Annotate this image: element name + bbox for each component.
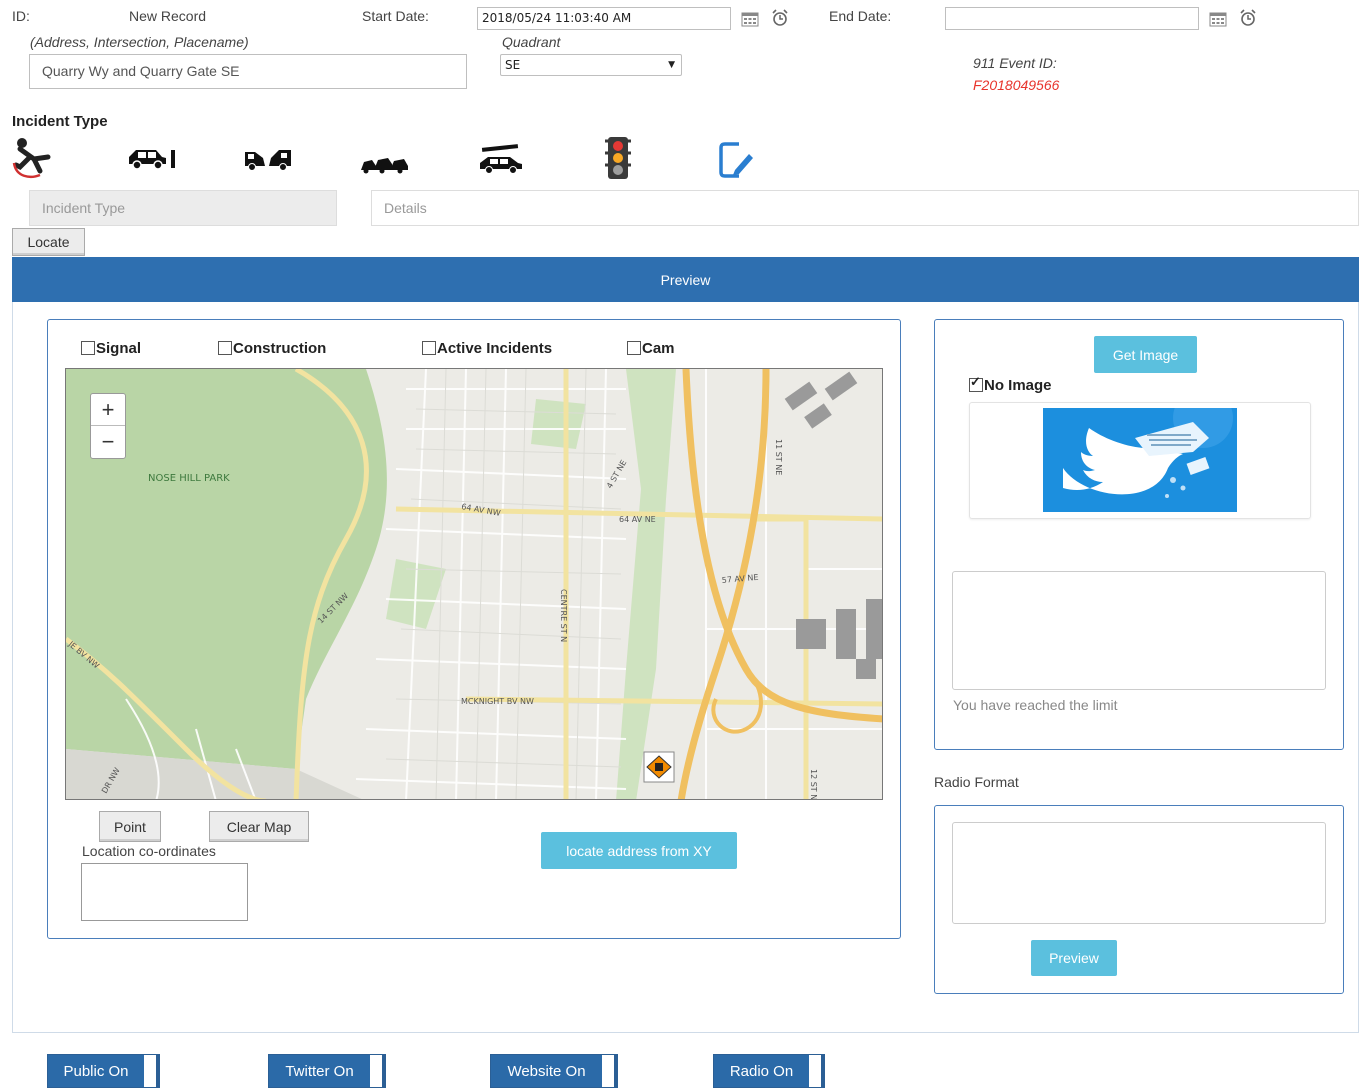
clear-map-button[interactable]: Clear Map xyxy=(209,811,309,842)
vehicle-transport-icon[interactable] xyxy=(478,143,524,175)
checkbox-label: Signal xyxy=(96,340,142,357)
checkbox-label: Cam xyxy=(642,340,675,357)
radio-format-heading: Radio Format xyxy=(934,774,1019,790)
details-placeholder: Details xyxy=(384,200,427,216)
end-date-field[interactable] xyxy=(945,7,1199,30)
map-label-12-st: 12 ST NE xyxy=(809,769,818,800)
preview-header: Preview xyxy=(12,257,1359,302)
coordinates-field[interactable] xyxy=(81,863,248,921)
radio-format-textarea[interactable] xyxy=(952,822,1326,924)
event-id-value: F2018049566 xyxy=(973,77,1060,93)
checkbox-box[interactable] xyxy=(81,341,95,355)
chevron-down-icon: ▼ xyxy=(668,60,675,70)
address-hint: (Address, Intersection, Placename) xyxy=(30,34,249,50)
start-date-field[interactable]: 2018/05/24 11:03:40 AM xyxy=(477,7,731,30)
map-label-park: NOSE HILL PARK xyxy=(148,473,230,484)
map-label-64-av-ne: 64 AV NE xyxy=(619,515,656,524)
public-toggle-label: Public On xyxy=(48,1055,144,1087)
image-panel-textarea[interactable] xyxy=(952,571,1326,690)
twitter-bird-image xyxy=(1043,408,1237,512)
no-image-checkbox[interactable]: ✓ No Image xyxy=(969,374,1052,394)
map-label-centre-st: CENTRE ST N xyxy=(559,589,568,642)
map-view[interactable]: NOSE HILL PARK 64 AV NW 64 AV NE 57 AV N… xyxy=(65,368,883,800)
start-date-label: Start Date: xyxy=(362,8,429,24)
checkbox-label: Active Incidents xyxy=(437,340,553,357)
locate-button[interactable]: Locate xyxy=(12,228,85,256)
twitter-toggle-label: Twitter On xyxy=(269,1055,370,1087)
map-label-11-st: 11 ST NE xyxy=(774,439,783,475)
get-image-button[interactable]: Get Image xyxy=(1094,336,1197,373)
checkbox-box[interactable] xyxy=(218,341,232,355)
zoom-out-button[interactable]: − xyxy=(91,426,125,457)
calendar-icon[interactable] xyxy=(1209,10,1227,28)
locate-address-from-xy-button[interactable]: locate address from XY xyxy=(541,832,737,869)
traffic-signal-icon[interactable] xyxy=(603,135,633,183)
coordinates-label: Location co-ordinates xyxy=(82,843,216,859)
checkbox-label: No Image xyxy=(984,377,1052,394)
collision-icon[interactable] xyxy=(243,146,293,172)
quadrant-value: SE xyxy=(505,58,521,72)
address-input[interactable]: Quarry Wy and Quarry Gate SE xyxy=(29,54,467,89)
checkbox-box[interactable] xyxy=(627,341,641,355)
cam-layer-checkbox[interactable]: Cam xyxy=(627,340,675,357)
event-id-label: 911 Event ID: xyxy=(973,55,1057,71)
edit-icon[interactable] xyxy=(717,140,755,180)
quadrant-select[interactable]: SE ▼ xyxy=(500,54,682,76)
calendar-icon[interactable] xyxy=(741,10,759,28)
details-input[interactable]: Details xyxy=(371,190,1359,226)
checkbox-box[interactable]: ✓ xyxy=(969,374,983,392)
website-toggle-label: Website On xyxy=(491,1055,602,1087)
checkmark-icon: ✓ xyxy=(970,374,981,389)
twitter-toggle[interactable]: Twitter On xyxy=(268,1054,386,1088)
quadrant-label: Quadrant xyxy=(502,34,561,50)
active-incidents-layer-checkbox[interactable]: Active Incidents xyxy=(422,340,552,357)
checkbox-label: Construction xyxy=(233,340,327,357)
id-label: ID: xyxy=(12,8,30,24)
signal-layer-checkbox[interactable]: Signal xyxy=(81,340,141,357)
pedestrian-icon[interactable] xyxy=(12,137,58,181)
construction-marker-icon xyxy=(643,751,675,783)
map-canvas[interactable]: NOSE HILL PARK 64 AV NW 64 AV NE 57 AV N… xyxy=(66,369,883,800)
checkbox-box[interactable] xyxy=(422,341,436,355)
incident-type-input[interactable]: Incident Type xyxy=(29,190,337,226)
alarm-clock-icon[interactable] xyxy=(771,9,789,27)
zoom-control: + − xyxy=(90,393,126,459)
alarm-clock-icon[interactable] xyxy=(1239,9,1257,27)
radio-toggle[interactable]: Radio On xyxy=(713,1054,825,1088)
construction-layer-checkbox[interactable]: Construction xyxy=(218,340,326,357)
id-value: New Record xyxy=(129,8,207,24)
radio-preview-button[interactable]: Preview xyxy=(1031,940,1117,976)
end-date-label: End Date: xyxy=(829,8,892,24)
image-preview-frame xyxy=(969,402,1311,519)
point-button[interactable]: Point xyxy=(99,811,161,842)
zoom-in-button[interactable]: + xyxy=(91,394,125,426)
multi-vehicle-collision-icon[interactable] xyxy=(360,152,410,174)
limit-message: You have reached the limit xyxy=(953,697,1118,713)
map-label-mcknight: MCKNIGHT BV NW xyxy=(461,697,534,706)
incident-type-heading: Incident Type xyxy=(12,113,108,130)
public-toggle[interactable]: Public On xyxy=(47,1054,160,1088)
incident-type-placeholder: Incident Type xyxy=(42,200,126,216)
website-toggle[interactable]: Website On xyxy=(490,1054,618,1088)
vehicle-stall-icon[interactable] xyxy=(126,146,178,172)
radio-toggle-label: Radio On xyxy=(714,1055,809,1087)
